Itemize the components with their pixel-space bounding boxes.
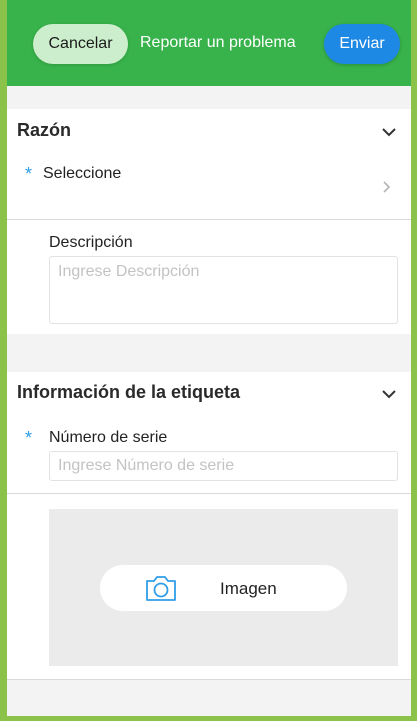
tag-section-title: Información de la etiqueta bbox=[17, 382, 241, 402]
serial-number-label: Número de serie bbox=[49, 429, 168, 446]
send-button[interactable]: Enviar bbox=[324, 24, 400, 64]
page-title: Reportar un problema bbox=[140, 34, 296, 51]
required-marker: * bbox=[25, 164, 33, 184]
chevron-down-icon[interactable] bbox=[381, 389, 397, 399]
top-bar: Cancelar Reportar un problema Enviar bbox=[7, 0, 411, 86]
chevron-right-icon bbox=[383, 181, 391, 193]
description-field[interactable] bbox=[49, 256, 398, 324]
reason-select-label: Seleccione bbox=[43, 165, 122, 182]
divider bbox=[7, 219, 411, 220]
reason-card: Razón * Seleccione Descripción bbox=[7, 109, 411, 334]
divider bbox=[7, 493, 411, 494]
required-marker: * bbox=[25, 428, 33, 448]
description-label: Descripción bbox=[49, 234, 133, 251]
tag-info-card: Información de la etiqueta * Número de s… bbox=[7, 372, 411, 680]
serial-number-input[interactable] bbox=[49, 451, 398, 481]
image-upload-area: Imagen bbox=[49, 509, 398, 666]
add-image-button[interactable]: Imagen bbox=[100, 565, 347, 611]
image-button-label: Imagen bbox=[220, 579, 277, 598]
camera-icon bbox=[146, 576, 176, 601]
chevron-down-icon[interactable] bbox=[381, 127, 397, 137]
divider bbox=[7, 679, 411, 680]
screen: Cancelar Reportar un problema Enviar Raz… bbox=[7, 0, 411, 716]
cancel-button[interactable]: Cancelar bbox=[33, 24, 128, 64]
reason-section-title: Razón bbox=[17, 120, 71, 140]
